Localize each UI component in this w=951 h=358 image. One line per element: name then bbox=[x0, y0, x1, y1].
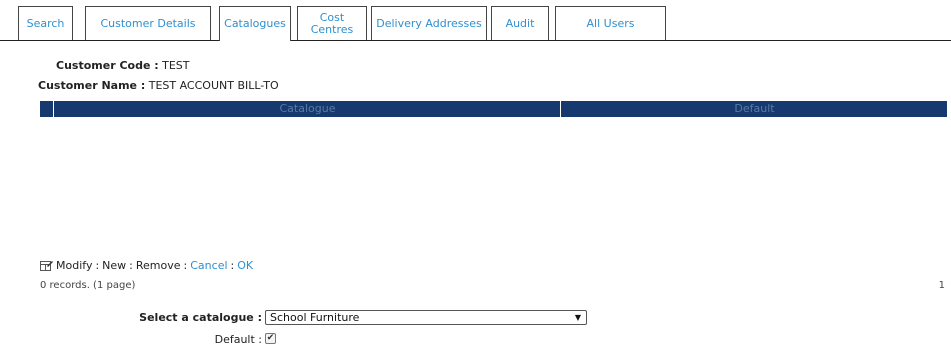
tab-cost-centres[interactable]: Cost Centres bbox=[297, 6, 367, 40]
customer-name-label: Customer Name : bbox=[38, 79, 146, 92]
new-button[interactable]: New bbox=[102, 259, 126, 272]
catalogue-select-label: Select a catalogue : bbox=[139, 311, 262, 324]
tab-audit[interactable]: Audit bbox=[491, 6, 549, 40]
chevron-down-icon: ▼ bbox=[574, 313, 581, 322]
customer-code-value: TEST bbox=[162, 59, 190, 72]
customer-name-row: Customer Name : TEST ACCOUNT BILL-TO bbox=[38, 79, 279, 92]
catalogue-select[interactable]: School Furniture ▼ bbox=[265, 310, 587, 325]
edit-grid-icon bbox=[40, 260, 53, 271]
ok-button[interactable]: OK bbox=[237, 259, 253, 272]
catalogue-select-value: School Furniture bbox=[270, 311, 360, 324]
check-icon: ✔ bbox=[266, 333, 275, 343]
tab-divider bbox=[0, 40, 951, 41]
tab-all-users[interactable]: All Users bbox=[555, 6, 666, 40]
catalogue-grid-header: Catalogue Default bbox=[40, 101, 947, 117]
records-count: 0 records. (1 page) bbox=[40, 280, 136, 291]
customer-code-label: Customer Code : bbox=[56, 59, 159, 72]
tab-bar: Search Customer Details Catalogues Cost … bbox=[0, 0, 951, 41]
column-header-catalogue[interactable]: Catalogue bbox=[55, 101, 561, 117]
customer-code-row: Customer Code : TEST bbox=[56, 59, 190, 72]
cancel-button[interactable]: Cancel bbox=[190, 259, 227, 272]
modify-button[interactable]: Modify bbox=[56, 259, 92, 272]
tab-search[interactable]: Search bbox=[18, 6, 73, 40]
tab-catalogues[interactable]: Catalogues bbox=[219, 6, 291, 41]
remove-button[interactable]: Remove bbox=[136, 259, 181, 272]
default-checkbox[interactable]: ✔ bbox=[265, 333, 276, 344]
default-checkbox-label: Default : bbox=[214, 333, 262, 346]
customer-name-value: TEST ACCOUNT BILL-TO bbox=[148, 79, 279, 92]
tab-delivery-addresses[interactable]: Delivery Addresses bbox=[371, 6, 487, 40]
grid-select-column[interactable] bbox=[40, 101, 54, 117]
grid-action-bar: Modify : New : Remove : Cancel : OK bbox=[40, 258, 253, 272]
column-header-default[interactable]: Default bbox=[562, 101, 947, 117]
page-number-link[interactable]: 1 bbox=[939, 280, 945, 291]
tab-customer-details[interactable]: Customer Details bbox=[85, 6, 211, 40]
